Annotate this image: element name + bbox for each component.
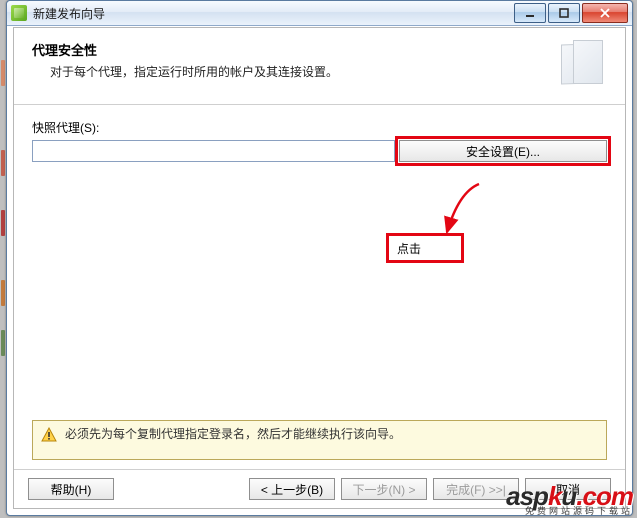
maximize-button[interactable]: [548, 3, 580, 23]
security-settings-button[interactable]: 安全设置(E)...: [399, 140, 607, 162]
warning-text: 必须先为每个复制代理指定登录名，然后才能继续执行该向导。: [65, 427, 401, 441]
help-button[interactable]: 帮助(H): [28, 478, 114, 500]
wizard-header: 代理安全性 对于每个代理，指定运行时所用的帐户及其连接设置。: [14, 28, 625, 105]
snapshot-agent-label: 快照代理(S):: [32, 119, 607, 136]
snapshot-agent-input[interactable]: [32, 140, 395, 162]
back-button[interactable]: < 上一步(B): [249, 478, 335, 500]
wm-sub: 免费网站源码下载站: [506, 507, 633, 516]
wizard-window: 新建发布向导 代理安全性 对于每个代理，指定运行时所用的帐户及其连接设置。 快照…: [6, 0, 633, 516]
watermark: aspku.com 免费网站源码下载站: [506, 483, 633, 516]
warning-icon: [41, 427, 57, 443]
warning-bar: 必须先为每个复制代理指定登录名，然后才能继续执行该向导。: [32, 420, 607, 460]
titlebar: 新建发布向导: [7, 1, 632, 26]
wizard-body: 快照代理(S): 安全设置(E)...: [14, 105, 625, 162]
window-title: 新建发布向导: [33, 5, 512, 22]
page-subtitle: 对于每个代理，指定运行时所用的帐户及其连接设置。: [50, 63, 557, 80]
next-button: 下一步(N) >: [341, 478, 427, 500]
page-title: 代理安全性: [32, 40, 557, 59]
annotation-callout-text: 点击: [397, 240, 421, 257]
annotation-callout: 点击: [386, 233, 464, 263]
header-graphic-icon: [557, 40, 607, 88]
minimize-button[interactable]: [514, 3, 546, 23]
close-button[interactable]: [582, 3, 628, 23]
app-icon: [11, 5, 27, 21]
client-area: 代理安全性 对于每个代理，指定运行时所用的帐户及其连接设置。 快照代理(S): …: [13, 27, 626, 509]
